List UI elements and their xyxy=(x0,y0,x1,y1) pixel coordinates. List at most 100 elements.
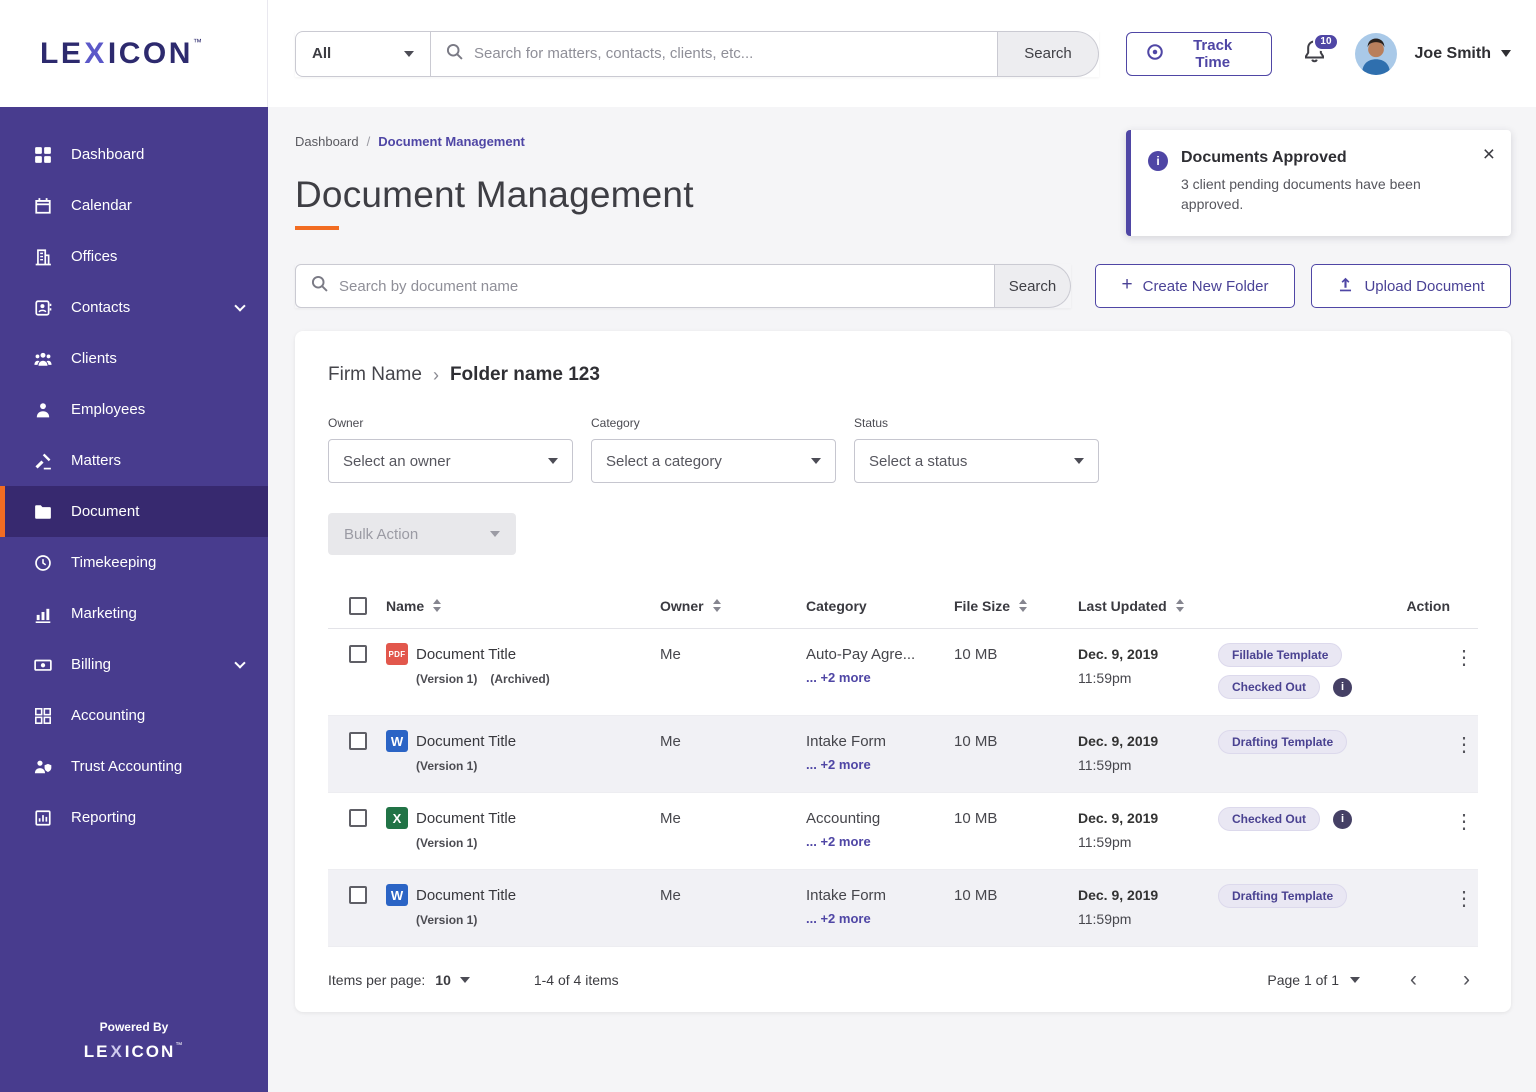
sidebar-item-timekeeping[interactable]: Timekeeping xyxy=(0,537,268,588)
sidebar-item-trust-accounting[interactable]: Trust Accounting xyxy=(0,741,268,792)
chevron-down-icon xyxy=(548,458,558,464)
last-updated-cell: Dec. 9, 2019 11:59pm xyxy=(1078,884,1218,927)
billing-icon xyxy=(33,656,53,674)
document-title[interactable]: Document Title xyxy=(416,810,516,827)
items-per-page-select[interactable]: 10 xyxy=(435,972,470,988)
pagination-controls: Page 1 of 1 ‹ › xyxy=(1267,969,1478,990)
column-header-file-size[interactable]: File Size xyxy=(954,598,1078,614)
sidebar-item-label: Timekeeping xyxy=(71,554,157,571)
info-icon[interactable]: i xyxy=(1333,809,1353,829)
notification-count-badge: 10 xyxy=(1313,32,1339,51)
document-title[interactable]: Document Title xyxy=(416,887,516,904)
row-checkbox[interactable] xyxy=(349,886,367,904)
global-search-input[interactable] xyxy=(474,45,983,62)
category-filter-select[interactable]: Select a category xyxy=(591,439,836,483)
table-header: Name Owner Category File Size Last Updat… xyxy=(328,583,1478,629)
filters-row: Owner Select an owner Category Select a … xyxy=(328,416,1478,483)
date-value: Dec. 9, 2019 xyxy=(1078,810,1159,826)
logo-text-post: ICON xyxy=(124,1042,176,1061)
bulk-action-button[interactable]: Bulk Action xyxy=(328,513,516,555)
chevron-right-icon: › xyxy=(432,364,439,385)
avatar[interactable] xyxy=(1354,32,1397,75)
previous-page-button[interactable]: ‹ xyxy=(1410,969,1417,990)
marketing-icon xyxy=(33,605,53,623)
notifications-button[interactable]: 10 xyxy=(1302,32,1339,68)
track-time-button[interactable]: Track Time xyxy=(1125,31,1272,76)
sidebar-item-calendar[interactable]: Calendar xyxy=(0,180,268,231)
document-title[interactable]: Document Title xyxy=(416,733,516,750)
upload-document-button[interactable]: Upload Document xyxy=(1311,264,1511,308)
plus-icon: + xyxy=(1121,274,1133,295)
category-more-link[interactable]: ... +2 more xyxy=(806,757,954,772)
chevron-down-icon xyxy=(1074,458,1084,464)
column-header-name[interactable]: Name xyxy=(374,598,660,614)
category-value: Accounting xyxy=(806,810,881,827)
folder-breadcrumb-firm[interactable]: Firm Name xyxy=(328,364,422,386)
offices-icon xyxy=(33,248,53,266)
breadcrumb-dashboard[interactable]: Dashboard xyxy=(295,134,359,149)
document-search-button[interactable]: Search xyxy=(995,264,1071,308)
sidebar-item-employees[interactable]: Employees xyxy=(0,384,268,435)
sidebar-item-clients[interactable]: Clients xyxy=(0,333,268,384)
search-icon xyxy=(311,275,328,297)
owner-filter-value: Select an owner xyxy=(343,452,451,470)
row-checkbox[interactable] xyxy=(349,645,367,663)
time-value: 11:59pm xyxy=(1078,670,1132,686)
search-scope-select[interactable]: All xyxy=(295,30,430,77)
sidebar-item-accounting[interactable]: Accounting xyxy=(0,690,268,741)
word-file-icon: W xyxy=(386,730,408,752)
column-header-owner[interactable]: Owner xyxy=(660,598,806,614)
timer-icon xyxy=(1146,43,1164,65)
sidebar-item-matters[interactable]: Matters xyxy=(0,435,268,486)
document-search-input[interactable] xyxy=(339,277,979,295)
row-actions-menu[interactable]: ⋮ xyxy=(1450,884,1478,911)
sidebar-item-contacts[interactable]: Contacts xyxy=(0,282,268,333)
user-menu-chevron-icon[interactable] xyxy=(1500,50,1511,57)
time-value: 11:59pm xyxy=(1078,757,1132,773)
page-select[interactable]: Page 1 of 1 xyxy=(1267,972,1360,988)
sidebar-item-billing[interactable]: Billing xyxy=(0,639,268,690)
title-accent-underline xyxy=(295,226,339,230)
reporting-icon xyxy=(33,809,53,827)
badges-cell: Fillable Template Checked Out i xyxy=(1218,643,1450,699)
status-filter-select[interactable]: Select a status xyxy=(854,439,1099,483)
toast-body: 3 client pending documents have been app… xyxy=(1181,176,1421,213)
column-header-last-updated[interactable]: Last Updated xyxy=(1078,598,1218,614)
category-filter-label: Category xyxy=(591,416,640,430)
info-icon: i xyxy=(1148,151,1168,171)
user-name[interactable]: Joe Smith xyxy=(1415,45,1491,63)
document-title[interactable]: Document Title xyxy=(416,646,516,663)
category-cell: Intake Form ... +2 more xyxy=(806,730,954,772)
category-more-link[interactable]: ... +2 more xyxy=(806,670,954,685)
sidebar-item-marketing[interactable]: Marketing xyxy=(0,588,268,639)
category-more-link[interactable]: ... +2 more xyxy=(806,911,954,926)
owner-filter-select[interactable]: Select an owner xyxy=(328,439,573,483)
row-checkbox[interactable] xyxy=(349,809,367,827)
clock-icon xyxy=(33,554,53,572)
next-page-button[interactable]: › xyxy=(1463,969,1470,990)
sidebar-item-document[interactable]: Document xyxy=(0,486,268,537)
close-icon[interactable]: × xyxy=(1483,144,1495,165)
sidebar-item-reporting[interactable]: Reporting xyxy=(0,792,268,843)
owner-cell: Me xyxy=(660,733,681,750)
sidebar-item-dashboard[interactable]: Dashboard xyxy=(0,129,268,180)
row-actions-menu[interactable]: ⋮ xyxy=(1450,643,1478,670)
global-search-button[interactable]: Search xyxy=(998,30,1099,77)
info-icon[interactable]: i xyxy=(1333,677,1353,697)
category-more-link[interactable]: ... +2 more xyxy=(806,834,954,849)
column-header-category[interactable]: Category xyxy=(806,598,954,614)
create-new-folder-button[interactable]: + Create New Folder xyxy=(1095,264,1295,308)
time-value: 11:59pm xyxy=(1078,834,1132,850)
sidebar-item-label: Accounting xyxy=(71,707,146,724)
row-actions-menu[interactable]: ⋮ xyxy=(1450,807,1478,834)
select-all-checkbox[interactable] xyxy=(349,596,367,615)
badges-cell: Drafting Template xyxy=(1218,884,1450,908)
sidebar-item-offices[interactable]: Offices xyxy=(0,231,268,282)
app-logo[interactable]: LEXICON™ xyxy=(0,0,268,107)
row-actions-menu[interactable]: ⋮ xyxy=(1450,730,1478,757)
upload-document-label: Upload Document xyxy=(1364,277,1485,295)
folder-icon xyxy=(33,503,53,521)
row-checkbox[interactable] xyxy=(349,732,367,750)
file-size-cell: 10 MB xyxy=(954,646,998,663)
logo-text-pre: LE xyxy=(40,36,84,70)
